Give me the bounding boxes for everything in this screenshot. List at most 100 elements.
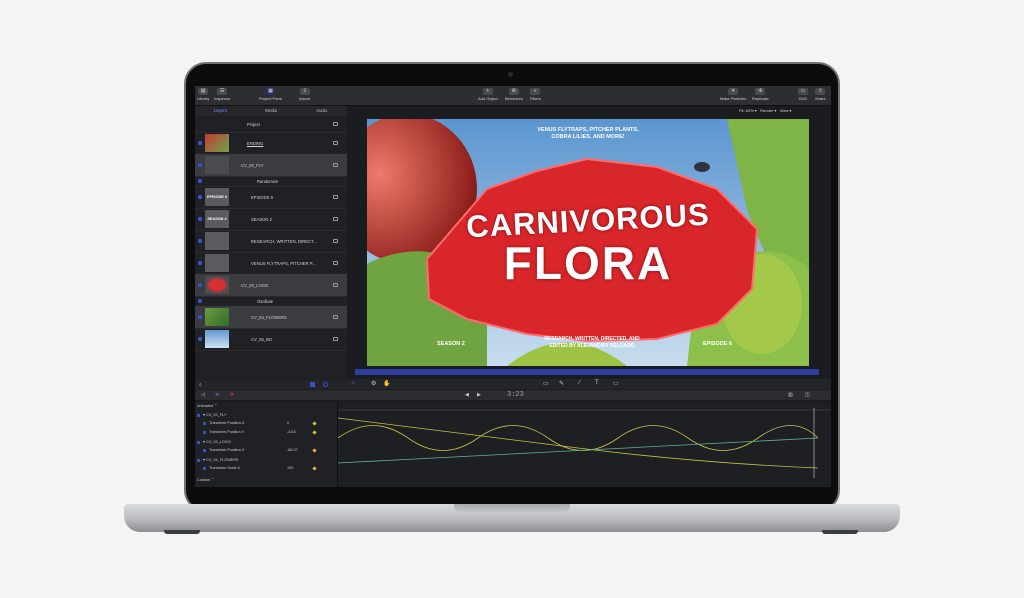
layer-row-venus[interactable]: VENUS FLYTRAPS, PITCHER P...: [195, 252, 347, 275]
layer-options-icon[interactable]: [333, 217, 338, 221]
canvas-viewer[interactable]: VENUS FLYTRAPS, PITCHER PLANTS, COBRA LI…: [367, 119, 809, 366]
layer-options-icon[interactable]: [333, 337, 338, 341]
curve-position-x: [338, 425, 819, 451]
make-particles-button[interactable]: ✳ Make Particles: [720, 88, 746, 101]
audio-icon[interactable]: ◫: [805, 392, 810, 398]
layer-row-cv02fly[interactable]: CV_02_FLY: [195, 154, 347, 177]
layer-row-episode[interactable]: EPISODE 6 EPISODE 6: [195, 186, 347, 209]
add-object-icon: +: [482, 88, 493, 95]
paint-tool-icon[interactable]: ∕: [579, 380, 580, 386]
layer-checkbox[interactable]: [198, 141, 202, 145]
layer-checkbox[interactable]: [198, 195, 202, 199]
keyframe-row[interactable]: Transform.Position.X -80.07: [203, 448, 317, 453]
import-icon: ⇩: [299, 88, 310, 95]
render-menu[interactable]: Render: [760, 108, 773, 113]
mask-icon[interactable]: [323, 382, 328, 387]
share-button[interactable]: ⇪ Share: [815, 88, 826, 101]
share-icon: ⇪: [815, 88, 826, 95]
panel-tabs: Layers Media Audio: [195, 106, 347, 116]
layer-label: Project: [247, 122, 261, 127]
animated-dropdown[interactable]: Animated ⌃: [197, 403, 217, 408]
layer-options-icon[interactable]: [333, 283, 338, 287]
canvas-tools-bar: ↖ ⚙ ✋ ▭ ✎ ∕ T ▭: [347, 379, 831, 389]
layer-checkbox[interactable]: [198, 163, 202, 167]
hud-button[interactable]: ▭ HUD: [798, 88, 808, 101]
layer-row-season[interactable]: SEASON 2 SEASON 2: [195, 208, 347, 231]
layer-options-icon[interactable]: [333, 315, 338, 319]
add-object-button[interactable]: + Add Object: [478, 88, 498, 101]
canvas-season: SEASON 2: [437, 341, 465, 347]
layer-checkbox[interactable]: [198, 283, 202, 287]
view-menu[interactable]: View: [780, 108, 789, 113]
layer-checkbox[interactable]: [198, 217, 202, 221]
layer-checkbox[interactable]: [198, 299, 202, 303]
layer-checkbox[interactable]: [198, 239, 202, 243]
play-icon[interactable]: ▶: [477, 392, 481, 398]
layer-options-icon[interactable]: [333, 141, 338, 145]
layer-options-icon[interactable]: [333, 163, 338, 167]
canvas-top-text: VENUS FLYTRAPS, PITCHER PLANTS, COBRA LI…: [537, 127, 639, 140]
rewind-icon[interactable]: ◁: [201, 392, 205, 398]
layer-options-icon[interactable]: [333, 122, 338, 126]
tab-media[interactable]: Media: [246, 106, 297, 116]
record-icon[interactable]: ⟳: [230, 392, 234, 398]
layers-list: Project ENDING CV_02_FLY Randomize EPISO…: [195, 116, 347, 380]
fit-menu[interactable]: Fit: 62%: [739, 108, 754, 113]
search-icon[interactable]: ⌕: [199, 382, 202, 388]
shape-tool-icon[interactable]: ▭: [543, 380, 549, 387]
custom-dropdown[interactable]: Custom ⌃: [197, 477, 214, 482]
gear-icon[interactable]: ⚙: [371, 380, 376, 387]
filters-icon: ◐: [530, 88, 541, 95]
layer-options-icon[interactable]: [333, 239, 338, 243]
loop-icon[interactable]: ⟲: [215, 392, 219, 398]
laptop-foot-left: [164, 530, 200, 534]
behavior-label: Randomize: [257, 179, 279, 184]
replicate-button[interactable]: ✣ Replicate: [752, 88, 769, 101]
timecode-display[interactable]: 3:23: [507, 391, 524, 399]
tab-audio[interactable]: Audio: [296, 106, 347, 116]
behaviors-button[interactable]: ⚙ Behaviors: [505, 88, 523, 101]
layer-checkbox[interactable]: [198, 315, 202, 319]
layer-checkbox[interactable]: [198, 179, 202, 183]
keyframe-row[interactable]: ▾ CV_04_FLOWERS: [197, 457, 238, 462]
mini-timeline-scrubber[interactable]: [355, 369, 819, 375]
layer-options-icon[interactable]: [333, 261, 338, 265]
replicate-icon: ✣: [755, 88, 766, 95]
inspector-button[interactable]: ☰ Inspector: [214, 88, 230, 101]
keyframe-row[interactable]: Transform.Position.X 0: [203, 421, 317, 426]
previous-frame-icon[interactable]: ◀: [465, 392, 469, 398]
layer-view-icon[interactable]: [310, 382, 315, 387]
layer-row-logo[interactable]: CV_03_LOGO: [195, 274, 347, 297]
pen-tool-icon[interactable]: ✎: [559, 380, 564, 387]
filters-button[interactable]: ◐ Filters: [530, 88, 541, 101]
keyframe-editor-icon[interactable]: ▥: [788, 392, 793, 398]
select-tool-icon[interactable]: ↖: [351, 380, 356, 387]
project-pane-button[interactable]: ▦ Project Pane: [259, 88, 282, 101]
hand-tool-icon[interactable]: ✋: [383, 380, 390, 387]
layer-row-research[interactable]: RESEARCH, WRITTEN, DIRECT...: [195, 230, 347, 253]
library-button[interactable]: ▤ Library: [197, 88, 209, 101]
layer-options-icon[interactable]: [333, 195, 338, 199]
mask-tool-icon[interactable]: ▭: [613, 380, 619, 387]
layer-label: CV_02_FLY: [241, 163, 264, 168]
layer-row-project[interactable]: Project: [195, 116, 347, 133]
layer-row-flowers[interactable]: CV_04_FLOWERS: [195, 306, 347, 329]
layer-checkbox[interactable]: [198, 337, 202, 341]
layer-label: CV_04_FLOWERS: [251, 315, 287, 320]
layer-label: CV_03_LOGO: [241, 283, 269, 288]
keyframe-row[interactable]: ▾ CV_02_FLY: [197, 412, 226, 417]
curve-scale-x: [338, 437, 819, 464]
layer-row-bg[interactable]: CV_05_BG: [195, 328, 347, 351]
tab-layers[interactable]: Layers: [195, 106, 246, 116]
keyframe-row[interactable]: Transform.Scale.X 100: [203, 466, 317, 471]
keyframe-row[interactable]: ▾ CV_03_LOGO: [197, 439, 231, 444]
keyframe-row[interactable]: Transform.Position.Y -3.63: [203, 430, 317, 435]
layer-checkbox[interactable]: [198, 261, 202, 265]
layer-row-ending[interactable]: ENDING: [195, 132, 347, 155]
keyframe-curves[interactable]: [338, 408, 831, 478]
inspector-icon: ☰: [217, 88, 228, 95]
text-tool-icon[interactable]: T: [595, 380, 599, 386]
import-button[interactable]: ⇩ Import: [299, 88, 310, 101]
layer-thumbnail: [205, 308, 229, 326]
camera: [508, 72, 513, 77]
